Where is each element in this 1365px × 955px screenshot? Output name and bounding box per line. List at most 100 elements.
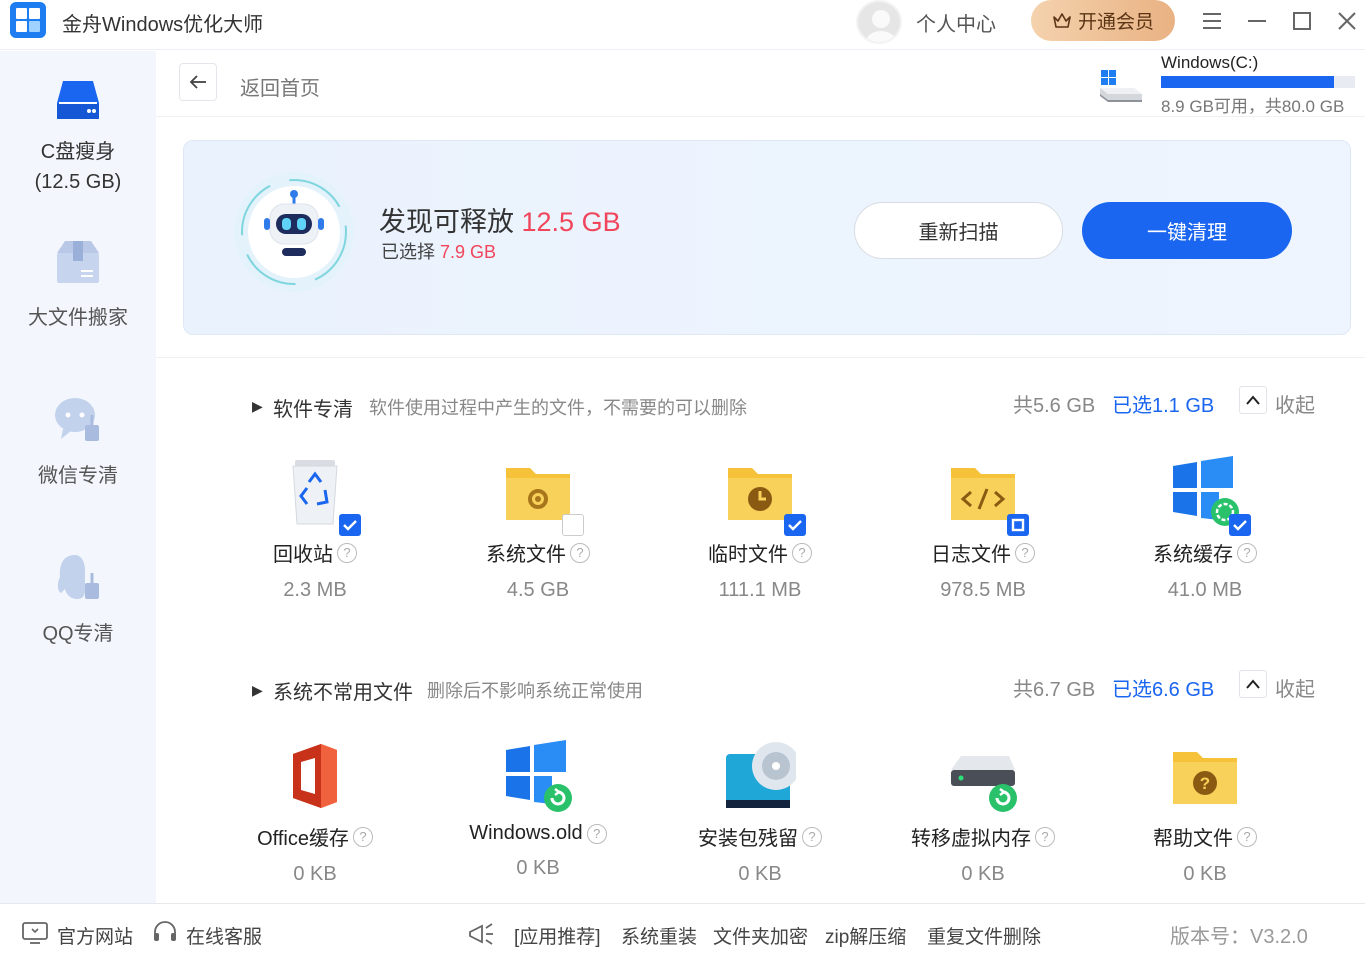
sidebar-item-large-file-move[interactable]: 大文件搬家 — [0, 235, 156, 333]
checkmark-icon — [343, 520, 357, 531]
help-files-folder-icon: ? — [1173, 752, 1237, 804]
menu-button[interactable] — [1197, 6, 1227, 36]
clean-item-system-cache[interactable]: 系统缓存? 41.0 MB — [1094, 456, 1316, 602]
help-icon[interactable]: ? — [337, 542, 357, 563]
sidebar: C盘瘦身 (12.5 GB) 大文件搬家 微信专清 QQ专清 — [0, 51, 156, 903]
divider — [156, 357, 1365, 358]
item-size: 4.5 GB — [506, 579, 570, 601]
collapse-button[interactable] — [1239, 670, 1267, 698]
maximize-button[interactable] — [1287, 6, 1317, 36]
clean-item-temp-files[interactable]: 临时文件? 111.1 MB — [649, 456, 871, 602]
selected-size: 7.9 GB — [440, 242, 497, 262]
app-logo-icon — [10, 2, 46, 38]
title-bar: 金舟Windows优化大师 个人中心 开通会员 — [0, 0, 1365, 50]
drive-usage-bar — [1161, 76, 1355, 88]
item-size: 0 KB — [516, 857, 560, 879]
close-button[interactable] — [1332, 6, 1362, 36]
robot-mascot-icon — [234, 172, 354, 292]
vip-button-label: 开通会员 — [1077, 12, 1154, 33]
item-name: 回收站 — [273, 544, 333, 566]
drive-name: Windows(C:) — [1161, 53, 1259, 72]
help-icon[interactable]: ? — [586, 823, 607, 844]
section-title: 软件专清 — [273, 399, 353, 421]
checkmark-icon — [1233, 520, 1247, 531]
user-avatar-icon — [866, 10, 896, 42]
chevron-up-icon — [1246, 679, 1260, 689]
sidebar-item-qq-clean[interactable]: QQ专清 — [0, 551, 156, 649]
item-size: 0 KB — [1183, 863, 1227, 885]
help-icon[interactable]: ? — [1015, 542, 1035, 563]
item-name: 系统缓存 — [1153, 544, 1233, 566]
item-checkbox[interactable] — [339, 514, 361, 536]
item-checkbox[interactable] — [1007, 514, 1029, 536]
collapse-button[interactable] — [1239, 386, 1267, 414]
sidebar-item-c-drive-slim[interactable]: C盘瘦身 (12.5 GB) — [0, 73, 156, 197]
help-icon[interactable]: ? — [570, 542, 590, 563]
clean-item-log-files[interactable]: 日志文件? 978.5 MB — [872, 456, 1094, 602]
version-label: 版本号：V3.2.0 — [1170, 926, 1308, 948]
section-selected: 已选1.1 GB — [1112, 395, 1215, 417]
vip-button[interactable]: 开通会员 — [1031, 0, 1175, 41]
item-size: 2.3 MB — [283, 579, 347, 601]
item-size: 0 KB — [293, 863, 337, 885]
app-window: 金舟Windows优化大师 个人中心 开通会员 C盘瘦身 (12.5 GB) 大… — [0, 0, 1365, 955]
clean-item-help-files[interactable]: ? 帮助文件? 0 KB — [1094, 740, 1316, 886]
section-expand-icon[interactable]: ▶ — [252, 398, 263, 415]
footer-link-duplicate-delete[interactable]: 重复文件删除 — [927, 922, 1041, 949]
selected-label: 已选择 — [381, 242, 435, 262]
section-expand-icon[interactable]: ▶ — [252, 682, 263, 699]
drive-usage-fill — [1161, 76, 1334, 88]
collapse-label[interactable]: 收起 — [1275, 673, 1315, 702]
sidebar-item-label: QQ专清 — [42, 623, 114, 645]
help-icon[interactable]: ? — [1237, 826, 1257, 847]
windows-drive-icon — [1100, 70, 1142, 102]
rescan-button[interactable]: 重新扫描 — [854, 202, 1063, 259]
releasable-summary: 发现可释放 12.5 GB — [379, 200, 621, 239]
item-size: 0 KB — [738, 863, 782, 885]
monitor-icon — [22, 922, 48, 944]
office-icon — [293, 744, 337, 808]
item-size: 111.1 MB — [718, 579, 802, 601]
maximize-icon — [1293, 12, 1311, 30]
help-icon[interactable]: ? — [1035, 826, 1055, 847]
item-checkbox[interactable] — [784, 514, 806, 536]
collapse-label[interactable]: 收起 — [1275, 389, 1315, 418]
clean-item-recycle-bin[interactable]: 回收站? 2.3 MB — [204, 456, 426, 602]
online-support-link[interactable]: 在线客服 — [186, 922, 262, 949]
footer-link-system-reinstall[interactable]: 系统重装 — [621, 922, 697, 949]
clean-item-office-cache[interactable]: Office缓存? 0 KB — [204, 740, 426, 886]
clean-item-virtual-memory[interactable]: 转移虚拟内存? 0 KB — [872, 740, 1094, 886]
item-checkbox[interactable] — [562, 514, 584, 536]
hard-drive-icon — [57, 81, 99, 119]
section-total: 共6.7 GB — [1013, 679, 1096, 701]
help-icon[interactable]: ? — [352, 826, 373, 847]
item-name: 安装包残留 — [698, 828, 798, 850]
help-icon[interactable]: ? — [792, 542, 812, 563]
back-button[interactable] — [179, 63, 217, 101]
releasable-size: 12.5 GB — [521, 207, 621, 237]
item-name: 系统文件 — [486, 544, 566, 566]
clean-item-windows-old[interactable]: Windows.old? 0 KB — [427, 740, 649, 880]
selected-summary: 已选择 7.9 GB — [381, 238, 496, 264]
user-center-link[interactable]: 个人中心 — [916, 8, 996, 37]
help-icon[interactable]: ? — [1237, 542, 1257, 563]
official-website-link[interactable]: 官方网站 — [57, 922, 133, 949]
minimize-button[interactable] — [1242, 6, 1272, 36]
back-home-link[interactable]: 返回首页 — [240, 72, 320, 101]
footer-link-zip[interactable]: zip解压缩 — [825, 922, 906, 949]
divider — [156, 116, 1365, 117]
virtual-memory-drive-icon — [951, 756, 1017, 812]
clean-item-system-files[interactable]: 系统文件? 4.5 GB — [427, 456, 649, 602]
moving-box-icon — [57, 241, 99, 283]
help-icon[interactable]: ? — [802, 826, 822, 847]
section-title: 系统不常用文件 — [273, 682, 413, 704]
sidebar-item-label: 微信专清 — [38, 465, 118, 487]
avatar[interactable] — [856, 0, 902, 44]
app-title: 金舟Windows优化大师 — [62, 14, 264, 36]
one-click-clean-button[interactable]: 一键清理 — [1082, 202, 1292, 259]
section-description: 软件使用过程中产生的文件，不需要的可以删除 — [369, 398, 747, 418]
item-checkbox[interactable] — [1229, 514, 1251, 536]
sidebar-item-wechat-clean[interactable]: 微信专清 — [0, 393, 156, 491]
clean-item-installer-residue[interactable]: 安装包残留? 0 KB — [649, 740, 871, 886]
footer-link-folder-encrypt[interactable]: 文件夹加密 — [713, 922, 808, 949]
